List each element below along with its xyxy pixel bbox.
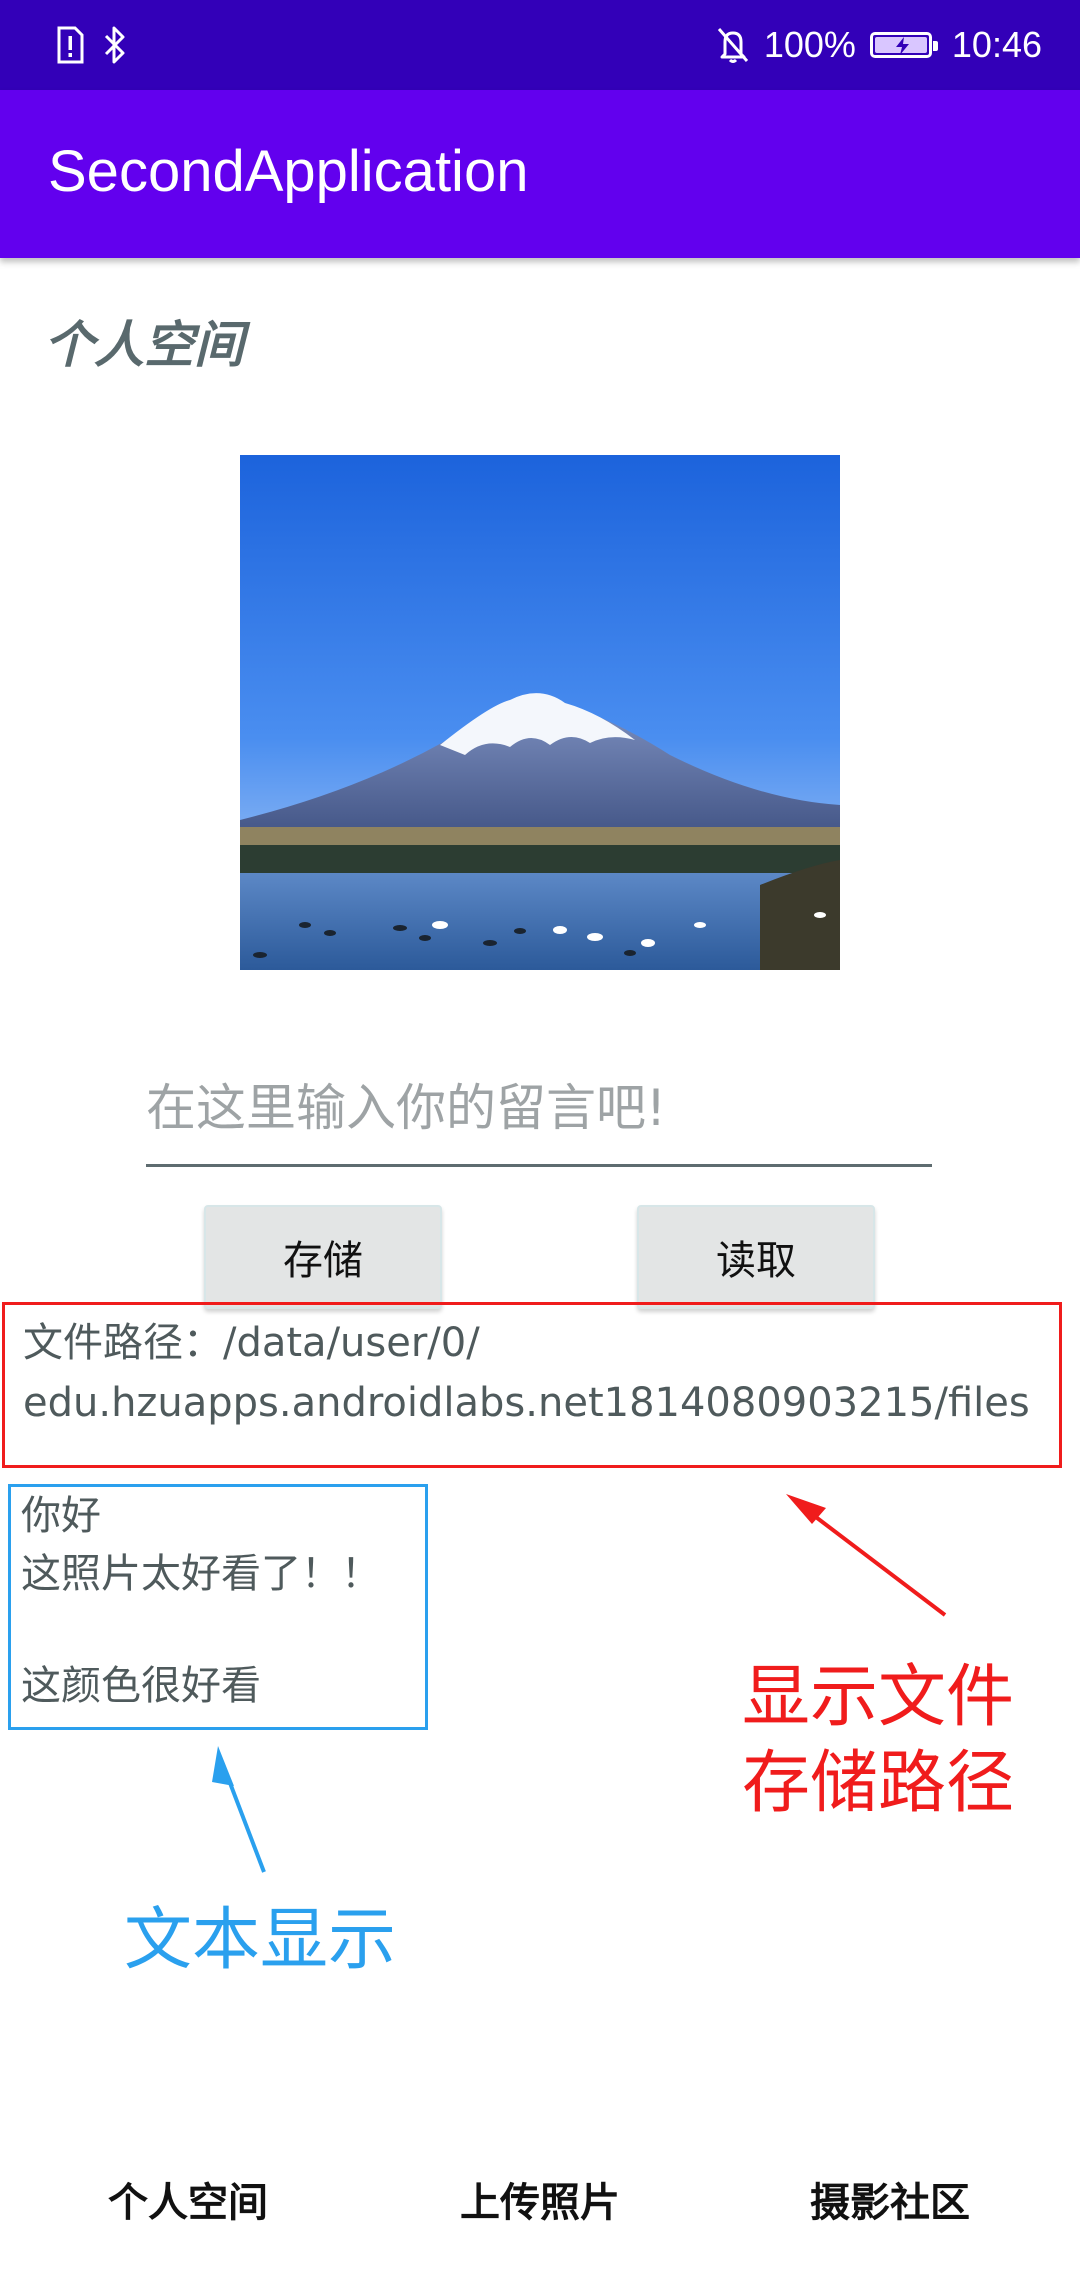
text-display-annotation: 文本显示 xyxy=(124,1901,397,1980)
red-arrow-icon xyxy=(786,1494,947,1617)
nav-item-photo-community[interactable]: 摄影社区 xyxy=(780,2170,1000,2228)
clock-time: 10:46 xyxy=(951,24,1042,65)
mountain-lake-photo xyxy=(240,455,840,970)
file-path-highlight-box: 文件路径：/data/user/0/ edu.hzuapps.androidla… xyxy=(2,1302,1062,1468)
file-path-annotation-line-1: 显示文件 xyxy=(742,1658,1015,1737)
file-path-annotation-line-2: 存储路径 xyxy=(742,1744,1015,1823)
stored-content-text: 你好 这照片太好看了！！ 这颜色很好看 xyxy=(21,1487,381,1715)
message-input[interactable] xyxy=(146,1060,932,1167)
bottom-navigation: 个人空间 上传照片 摄影社区 xyxy=(0,2140,1080,2250)
status-bar: 100% 10:46 xyxy=(0,0,1080,90)
nav-item-personal-space[interactable]: 个人空间 xyxy=(78,2170,298,2228)
battery-charging-icon xyxy=(869,32,938,58)
content-blank-line xyxy=(21,1603,381,1657)
content-line-3: 这颜色很好看 xyxy=(21,1663,261,1709)
status-left-icons xyxy=(55,22,127,68)
file-path-text: 文件路径：/data/user/0/ edu.hzuapps.androidla… xyxy=(23,1313,1053,1433)
read-button[interactable]: 读取 xyxy=(637,1205,875,1309)
status-right-icons: 100% 10:46 xyxy=(716,20,1042,70)
file-path-line-1: 文件路径：/data/user/0/ xyxy=(23,1320,480,1366)
charging-bolt-icon xyxy=(895,37,909,55)
bluetooth-icon xyxy=(104,26,125,64)
file-path-annotation: 显示文件 存储路径 xyxy=(742,1655,1014,1827)
file-path-line-2: edu.hzuapps.androidlabs.net1814080903215… xyxy=(23,1380,1030,1426)
app-title: SecondApplication xyxy=(48,139,529,204)
text-display-highlight-box: 你好 这照片太好看了！！ 这颜色很好看 xyxy=(8,1484,428,1730)
alert-sim-icon xyxy=(57,26,84,64)
photo-illustration xyxy=(240,455,840,970)
save-button[interactable]: 存储 xyxy=(204,1205,442,1309)
battery-percent: 100% xyxy=(763,24,856,65)
page-title: 个人空间 xyxy=(44,316,244,374)
app-bar: SecondApplication xyxy=(0,90,1080,258)
blue-arrow-icon xyxy=(212,1746,266,1873)
nav-item-upload-photo[interactable]: 上传照片 xyxy=(430,2170,650,2228)
mute-notification-icon xyxy=(717,28,748,63)
content-line-1: 你好 xyxy=(21,1493,101,1539)
content-line-2: 这照片太好看了！！ xyxy=(21,1551,381,1597)
